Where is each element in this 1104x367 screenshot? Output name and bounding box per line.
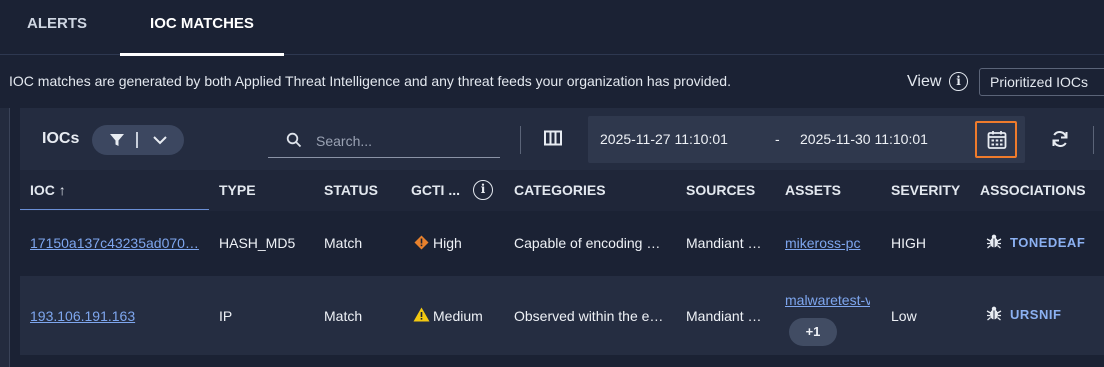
search-input[interactable] (316, 124, 496, 157)
bug-icon (986, 305, 1002, 326)
ioc-categories: Observed within the e… (514, 308, 664, 324)
date-range[interactable]: 2025-11-27 11:10:01 - 2025-11-30 11:10:0… (588, 116, 1025, 163)
col-type[interactable]: TYPE (219, 182, 256, 198)
filter-icon (109, 132, 125, 153)
association-link[interactable]: URSNIF (1010, 307, 1061, 322)
ioc-categories: Capable of encoding … (514, 235, 661, 251)
warning-diamond-icon (414, 235, 429, 255)
ioc-severity: HIGH (891, 235, 926, 251)
refresh-icon[interactable] (1050, 129, 1070, 154)
info-icon[interactable]: i (949, 72, 968, 91)
bug-icon (986, 233, 1002, 254)
info-icon[interactable]: i (473, 180, 493, 200)
ioc-severity: Low (891, 308, 917, 324)
col-ioc[interactable]: IOC ↑ (30, 182, 66, 198)
calendar-icon (987, 130, 1007, 155)
ioc-toolbar: IOCs 2025-11-27 11:10:01 - 2025-11-30 11… (20, 108, 1104, 170)
ioc-status: Match (324, 235, 363, 251)
date-separator: - (775, 131, 780, 147)
calendar-button[interactable] (975, 121, 1017, 158)
view-select[interactable]: Prioritized IOCs (979, 68, 1104, 96)
gcti-score: Medium (433, 308, 483, 324)
association-link[interactable]: TONEDEAF (1010, 235, 1085, 250)
ioc-sources: Mandiant … (686, 235, 762, 251)
ioc-type: IP (219, 308, 233, 324)
sort-indicator (20, 209, 209, 210)
table-row[interactable]: 17150a137c43235ad070… HASH_MD5 Match Hig… (20, 211, 1104, 276)
filter-button[interactable] (92, 125, 184, 155)
table-row[interactable]: 193.106.191.163 IP Match Medium Observed… (20, 276, 1104, 355)
columns-icon[interactable] (544, 130, 562, 151)
date-end[interactable]: 2025-11-30 11:10:01 (800, 131, 928, 147)
table-header: IOC ↑ TYPE STATUS GCTI ... i CATEGORIES … (20, 170, 1104, 211)
date-start[interactable]: 2025-11-27 11:10:01 (600, 131, 728, 147)
col-status[interactable]: STATUS (324, 182, 378, 198)
gcti-score: High (433, 235, 462, 251)
ioc-link[interactable]: 193.106.191.163 (30, 308, 210, 324)
ioc-type: HASH_MD5 (219, 235, 296, 251)
col-assets[interactable]: ASSETS (785, 182, 841, 198)
info-text: IOC matches are generated by both Applie… (9, 73, 731, 89)
chevron-down-icon (152, 133, 168, 152)
left-rail (0, 108, 10, 367)
col-categories[interactable]: CATEGORIES (514, 182, 606, 198)
search-icon (286, 132, 302, 153)
tab-ioc-matches[interactable]: IOC MATCHES (120, 0, 284, 56)
view-label: View (907, 73, 942, 90)
tab-bar: ALERTS IOC MATCHES (0, 0, 1104, 56)
more-assets-badge[interactable]: +1 (789, 318, 837, 346)
ioc-status: Match (324, 308, 363, 324)
toolbar-divider (1093, 126, 1094, 154)
col-sources[interactable]: SOURCES (686, 182, 755, 198)
asset-link[interactable]: mikeross-pc (785, 235, 870, 251)
col-associations[interactable]: ASSOCIATIONS (980, 182, 1086, 198)
toolbar-divider (520, 126, 521, 154)
col-gcti[interactable]: GCTI ... (411, 182, 460, 198)
filter-divider (136, 132, 138, 148)
ioc-link[interactable]: 17150a137c43235ad070… (30, 235, 210, 251)
search-box[interactable] (268, 124, 500, 158)
toolbar-title: IOCs (42, 130, 80, 147)
ioc-sources: Mandiant … (686, 308, 762, 324)
col-severity[interactable]: SEVERITY (891, 182, 960, 198)
warning-triangle-icon (413, 307, 430, 327)
asset-link[interactable]: malwaretest-v (785, 292, 870, 308)
tab-alerts[interactable]: ALERTS (27, 0, 87, 55)
